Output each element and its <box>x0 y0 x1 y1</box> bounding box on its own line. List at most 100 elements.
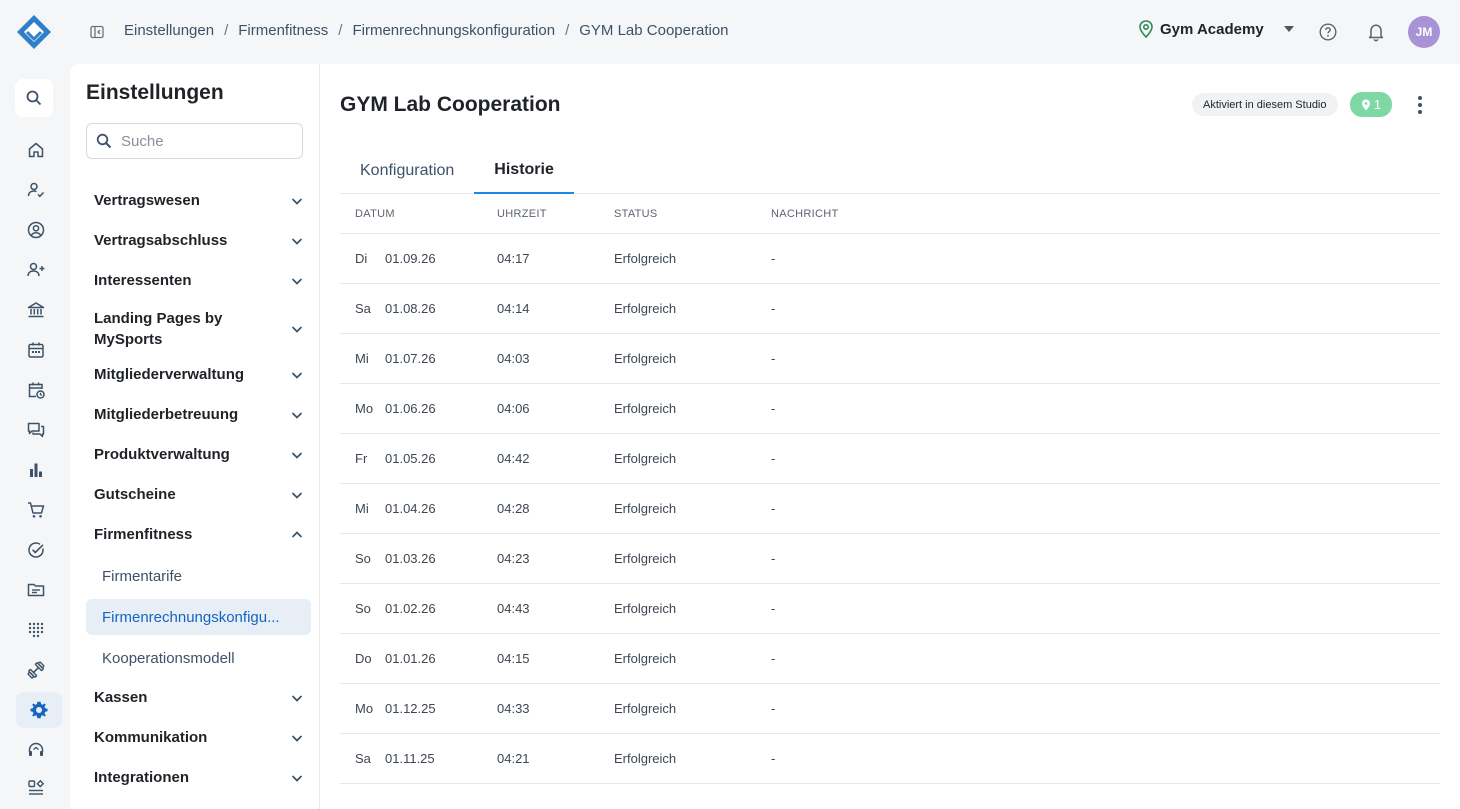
table-row[interactable]: Di 01.09.26 04:17 Erfolgreich - <box>340 234 1440 284</box>
table-row[interactable]: Sa 01.11.25 04:21 Erfolgreich - <box>340 734 1440 784</box>
nav-item-vertragswesen[interactable]: Vertragswesen <box>94 192 304 209</box>
search-input[interactable] <box>121 132 291 150</box>
headset-icon[interactable] <box>16 732 56 768</box>
cell-time: 04:17 <box>497 251 530 266</box>
table-row[interactable]: Sa 01.08.26 04:14 Erfolgreich - <box>340 284 1440 334</box>
calendar-clock-icon[interactable] <box>16 372 56 408</box>
nav-item-mitgliederbetreuung[interactable]: Mitgliederbetreuung <box>94 406 304 423</box>
cell-weekday: Sa <box>355 301 371 316</box>
help-icon[interactable] <box>1319 23 1337 41</box>
breadcrumb-item[interactable]: Einstellungen <box>124 22 214 39</box>
sub-item-firmentarife[interactable]: Firmentarife <box>102 568 182 585</box>
calendar-icon[interactable] <box>16 332 56 368</box>
folder-icon[interactable] <box>16 572 56 608</box>
dumbbell-icon[interactable] <box>16 652 56 688</box>
cell-message: - <box>771 751 776 766</box>
table-body: Di 01.09.26 04:17 Erfolgreich - Sa 01.08.26 04:… <box>340 234 1440 784</box>
cell-message: - <box>771 701 776 716</box>
user-add-icon[interactable] <box>16 252 56 288</box>
cell-status: Erfolgreich <box>614 551 677 566</box>
settings-search[interactable] <box>86 123 303 159</box>
cell-weekday: Do <box>355 651 372 666</box>
table-row[interactable]: Fr 01.05.26 04:42 Erfolgreich - <box>340 434 1440 484</box>
table-row[interactable]: Mi 01.07.26 04:03 Erfolgreich - <box>340 334 1440 384</box>
tab-konfiguration[interactable]: Konfiguration <box>340 148 474 194</box>
location-count-badge[interactable]: 1 <box>1350 92 1392 117</box>
nav-item-kassen[interactable]: Kassen <box>94 689 304 706</box>
table-row[interactable]: So 01.03.26 04:23 Erfolgreich - <box>340 534 1440 584</box>
apps-icon[interactable] <box>16 770 56 806</box>
sub-item-firmenrechnungskonfiguration[interactable]: Firmenrechnungskonfigu... <box>86 599 311 635</box>
sidebar-toggle-icon[interactable] <box>89 24 105 40</box>
breadcrumb-item[interactable]: Firmenrechnungskonfiguration <box>352 22 555 39</box>
nav-item-label: Landing Pages by MySports <box>94 310 223 348</box>
settings-icon[interactable] <box>16 692 62 728</box>
cell-weekday: So <box>355 601 371 616</box>
caret-down-icon <box>1283 26 1294 32</box>
bell-icon[interactable] <box>1367 22 1385 42</box>
dots-grid-icon[interactable] <box>16 612 56 648</box>
cell-date-value: 01.11.25 <box>385 751 435 766</box>
table-row[interactable]: Mo 01.12.25 04:33 Erfolgreich - <box>340 684 1440 734</box>
user-circle-icon[interactable] <box>16 212 56 248</box>
cell-date-value: 01.06.26 <box>385 401 436 416</box>
cell-status: Erfolgreich <box>614 651 677 666</box>
column-header-datum[interactable]: DATUM <box>340 208 497 220</box>
cell-message: - <box>771 501 776 516</box>
chevron-down-icon <box>291 411 303 419</box>
cell-weekday: Sa <box>355 751 371 766</box>
bar-chart-icon[interactable] <box>16 452 56 488</box>
cell-date: Sa 01.08.26 <box>340 301 497 316</box>
rail-search-icon[interactable] <box>15 79 53 117</box>
cell-date: Mo 01.12.25 <box>340 701 497 716</box>
table-row[interactable]: Mi 01.04.26 04:28 Erfolgreich - <box>340 484 1440 534</box>
column-header-status[interactable]: STATUS <box>614 208 771 220</box>
check-circle-icon[interactable] <box>16 532 56 568</box>
user-check-icon[interactable] <box>16 172 56 208</box>
sub-item-kooperationsmodell[interactable]: Kooperationsmodell <box>102 650 235 667</box>
app-rail <box>0 64 70 809</box>
nav-item-produktverwaltung[interactable]: Produktverwaltung <box>94 446 304 463</box>
cell-status: Erfolgreich <box>614 251 677 266</box>
home-icon[interactable] <box>16 132 56 168</box>
nav-item-mitgliederverwaltung[interactable]: Mitgliederverwaltung <box>94 366 304 383</box>
cell-date-value: 01.07.26 <box>385 351 436 366</box>
settings-sidebar: Einstellungen Vertragswesen Vertragsabsc… <box>70 64 320 809</box>
cell-date: Do 01.01.26 <box>340 651 497 666</box>
table-row[interactable]: So 01.02.26 04:43 Erfolgreich - <box>340 584 1440 634</box>
nav-item-vertragsabschluss[interactable]: Vertragsabschluss <box>94 232 304 249</box>
settings-title: Einstellungen <box>86 81 224 104</box>
history-table: DATUM UHRZEIT STATUS NACHRICHT Di 01.09.2… <box>340 194 1440 784</box>
column-header-uhrzeit[interactable]: UHRZEIT <box>497 208 614 220</box>
cell-status: Erfolgreich <box>614 701 677 716</box>
cell-date-value: 01.01.26 <box>385 651 436 666</box>
bank-icon[interactable] <box>16 292 56 328</box>
cell-message: - <box>771 551 776 566</box>
nav-item-integrationen[interactable]: Integrationen <box>94 769 304 786</box>
chevron-down-icon <box>291 371 303 379</box>
nav-item-label: Vertragswesen <box>94 192 200 209</box>
chevron-down-icon <box>291 734 303 742</box>
cell-weekday: Mo <box>355 401 374 416</box>
chevron-up-icon <box>291 530 303 538</box>
nav-item-firmenfitness[interactable]: Firmenfitness <box>94 526 304 543</box>
table-row[interactable]: Do 01.01.26 04:15 Erfolgreich - <box>340 634 1440 684</box>
avatar[interactable]: JM <box>1408 16 1440 48</box>
studio-selector[interactable]: Gym Academy <box>1138 20 1294 38</box>
more-options-icon[interactable] <box>1414 93 1426 117</box>
nav-item-kommunikation[interactable]: Kommunikation <box>94 729 304 746</box>
tab-historie[interactable]: Historie <box>474 148 574 194</box>
nav-item-gutscheine[interactable]: Gutscheine <box>94 486 304 503</box>
app-logo-icon[interactable] <box>15 13 53 51</box>
breadcrumb: Einstellungen / Firmenfitness / Firmenre… <box>124 22 729 39</box>
chat-icon[interactable] <box>16 412 56 448</box>
cell-message: - <box>771 351 776 366</box>
top-bar: Einstellungen / Firmenfitness / Firmenre… <box>0 0 1460 64</box>
cell-time: 04:21 <box>497 751 530 766</box>
nav-item-interessenten[interactable]: Interessenten <box>94 272 304 289</box>
column-header-nachricht[interactable]: NACHRICHT <box>771 208 1440 220</box>
nav-item-landing-pages[interactable]: Landing Pages by MySports <box>94 308 304 350</box>
cart-icon[interactable] <box>16 492 56 528</box>
breadcrumb-item[interactable]: Firmenfitness <box>238 22 328 39</box>
table-row[interactable]: Mo 01.06.26 04:06 Erfolgreich - <box>340 384 1440 434</box>
